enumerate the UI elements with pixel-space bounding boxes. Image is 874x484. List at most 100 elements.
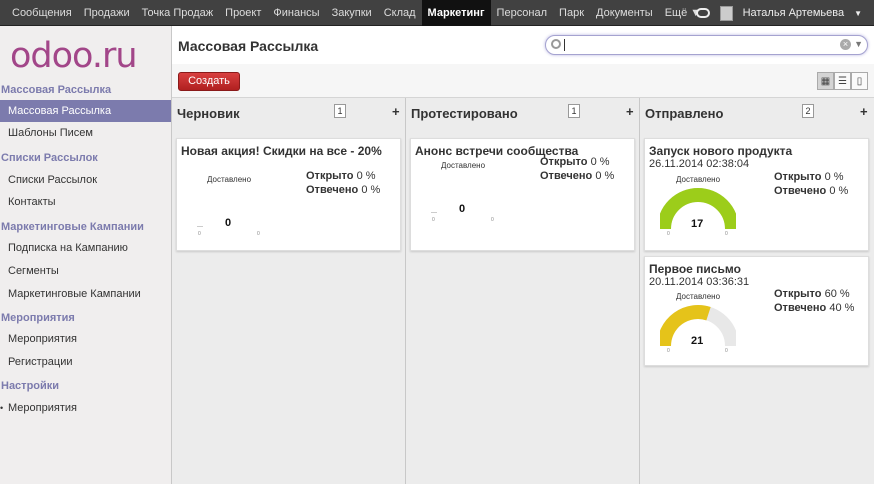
kanban-card[interactable]: Первое письмо 20.11.2014 03:36:31 Достав…: [644, 256, 869, 366]
replied-stat: Отвечено 0 %: [774, 185, 848, 197]
gauge-max: 0: [491, 217, 494, 223]
kanban-column-sent: Отправлено 2 + Запуск нового продукта 26…: [640, 98, 874, 484]
column-count: 1: [334, 104, 346, 118]
sidebar-item-templates[interactable]: Шаблоны Писем: [0, 122, 171, 144]
gauge-min: 0: [432, 217, 435, 223]
opened-label: Открыто: [774, 288, 822, 300]
create-button[interactable]: Создать: [178, 72, 240, 91]
menu-finance[interactable]: Финансы: [267, 0, 325, 26]
menu-warehouse[interactable]: Склад: [378, 0, 422, 26]
kanban-card[interactable]: Анонс встречи сообщества Доставлено Откр…: [410, 138, 635, 251]
gauge-value: 0: [459, 203, 466, 215]
gauge-baseline: [431, 212, 437, 213]
menu-marketing[interactable]: Маркетинг: [421, 0, 491, 26]
top-menu-bar: Сообщения Продажи Точка Продаж Проект Фи…: [0, 0, 874, 26]
chevron-down-icon[interactable]: ▼: [854, 9, 862, 18]
menu-more-label: Ещё: [664, 7, 688, 19]
delivered-label: Доставлено: [676, 175, 721, 184]
menu-purchases[interactable]: Закупки: [326, 0, 378, 26]
card-title: Новая акция! Скидки на все - 20%: [181, 144, 382, 158]
kanban-card[interactable]: Запуск нового продукта 26.11.2014 02:38:…: [644, 138, 869, 251]
replied-stat: Отвечено 40 %: [774, 302, 854, 314]
delivered-label: Доставлено: [676, 292, 721, 301]
add-card-icon[interactable]: +: [626, 104, 634, 119]
replied-label: Отвечено: [306, 184, 359, 196]
sidebar-section-campaigns: Маркетинговые Кампании: [1, 221, 144, 233]
list-view-icon[interactable]: ☰: [834, 72, 851, 90]
opened-stat: Открыто 0 %: [540, 156, 610, 168]
menu-sales[interactable]: Продажи: [78, 0, 136, 26]
card-title: Первое письмо: [649, 262, 741, 276]
chat-icon[interactable]: [695, 8, 710, 18]
replied-label: Отвечено: [540, 170, 593, 182]
replied-stat: Отвечено 0 %: [306, 184, 380, 196]
top-menu: Сообщения Продажи Точка Продаж Проект Фи…: [6, 0, 707, 26]
clear-icon[interactable]: ×: [840, 39, 851, 50]
card-date: 20.11.2014 03:36:31: [649, 276, 750, 288]
menu-pos[interactable]: Точка Продаж: [136, 0, 220, 26]
user-area: Наталья Артемьева ▼: [695, 0, 862, 26]
replied-stat: Отвечено 0 %: [540, 170, 614, 182]
opened-value: 0 %: [824, 171, 844, 183]
add-card-icon[interactable]: +: [392, 104, 400, 119]
opened-value: 0 %: [590, 156, 610, 168]
sidebar-item-mass-mailing[interactable]: Массовая Рассылка: [0, 100, 171, 122]
toolbar: Создать ▦ ☰ ▯: [172, 64, 874, 98]
gauge-baseline: [197, 226, 203, 227]
avatar[interactable]: [719, 5, 733, 21]
logo[interactable]: odoo.ru: [10, 36, 138, 76]
sidebar-item-campaign-subscription[interactable]: Подписка на Кампанию: [0, 237, 171, 259]
search-input[interactable]: × ▼: [545, 35, 868, 55]
menu-messages[interactable]: Сообщения: [6, 0, 78, 26]
sidebar-item-contacts[interactable]: Контакты: [0, 191, 171, 213]
kanban-card[interactable]: Новая акция! Скидки на все - 20% Доставл…: [176, 138, 401, 251]
sidebar-item-segments[interactable]: Сегменты: [0, 260, 171, 282]
gauge-value: 17: [691, 218, 704, 230]
menu-hr[interactable]: Персонал: [491, 0, 554, 26]
chevron-down-icon[interactable]: ▼: [854, 39, 863, 49]
add-card-icon[interactable]: +: [860, 104, 868, 119]
menu-documents[interactable]: Документы: [590, 0, 659, 26]
kanban-view-icon[interactable]: ▦: [817, 72, 834, 90]
gauge-max: 0: [725, 231, 728, 237]
menu-project[interactable]: Проект: [219, 0, 267, 26]
column-count: 2: [802, 104, 814, 118]
sidebar-section-events: Мероприятия: [1, 312, 75, 324]
sidebar-section-mass-mailing: Массовая Рассылка: [1, 84, 112, 96]
main-content: Массовая Рассылка × ▼ Создать ▦ ☰ ▯ Черн…: [172, 26, 874, 484]
opened-value: 0 %: [356, 170, 376, 182]
gauge-max: 0: [725, 348, 728, 354]
replied-value: 0 %: [829, 185, 849, 197]
card-date: 26.11.2014 02:38:04: [649, 158, 750, 170]
opened-stat: Открыто 60 %: [774, 288, 850, 300]
text-cursor: [564, 39, 565, 51]
sidebar-item-campaigns[interactable]: Маркетинговые Кампании: [0, 283, 171, 305]
delivered-label: Доставлено: [441, 161, 486, 170]
gauge-max: 0: [257, 231, 260, 237]
column-title: Черновик: [177, 106, 240, 121]
sidebar-item-settings-events[interactable]: Мероприятия: [0, 397, 171, 419]
form-view-icon[interactable]: ▯: [851, 72, 868, 90]
replied-value: 0 %: [595, 170, 615, 182]
sidebar-item-events[interactable]: Мероприятия: [0, 328, 171, 350]
column-title: Протестировано: [411, 106, 518, 121]
kanban-board: Черновик 1 + Новая акция! Скидки на все …: [172, 98, 874, 484]
gauge-min: 0: [667, 231, 670, 237]
menu-fleet[interactable]: Парк: [553, 0, 590, 26]
delivered-label: Доставлено: [207, 175, 252, 184]
view-switcher: ▦ ☰ ▯: [817, 72, 868, 90]
opened-label: Открыто: [774, 171, 822, 183]
replied-value: 0 %: [361, 184, 381, 196]
gauge-min: 0: [667, 348, 670, 354]
replied-label: Отвечено: [774, 302, 827, 314]
replied-value: 40 %: [829, 302, 855, 314]
sidebar-item-lists[interactable]: Списки Рассылок: [0, 169, 171, 191]
sidebar-item-registrations[interactable]: Регистрации: [0, 351, 171, 373]
replied-label: Отвечено: [774, 185, 827, 197]
column-count: 1: [568, 104, 580, 118]
opened-stat: Открыто 0 %: [306, 170, 376, 182]
gauge-value: 21: [691, 335, 704, 347]
card-title: Запуск нового продукта: [649, 144, 793, 158]
kanban-column-draft: Черновик 1 + Новая акция! Скидки на все …: [172, 98, 406, 484]
user-name[interactable]: Наталья Артемьева: [743, 7, 845, 19]
